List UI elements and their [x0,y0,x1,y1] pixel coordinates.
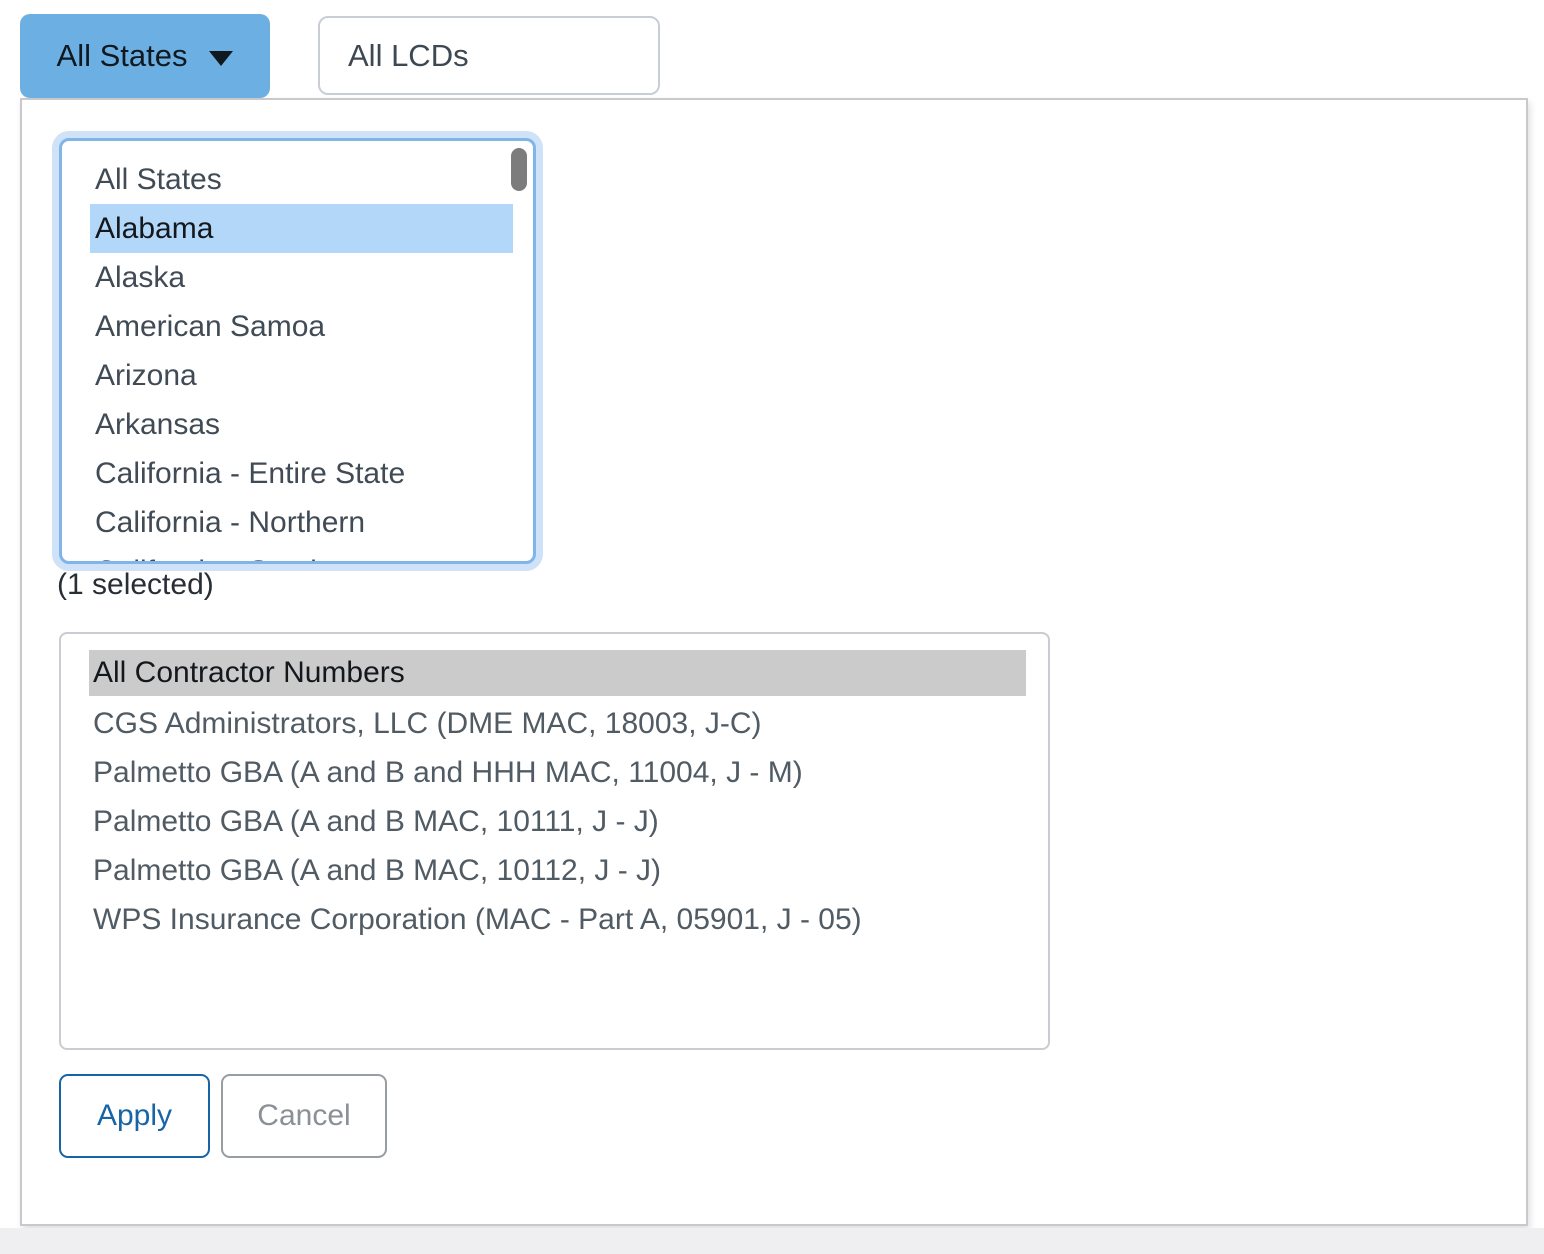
state-option[interactable]: Arizona [90,351,513,400]
lcd-filter-screen: All States All LCDs All States Alabama A… [0,0,1544,1254]
state-option[interactable]: California - Northern [90,498,513,547]
lcds-filter-button[interactable]: All LCDs [318,16,660,95]
contractor-option[interactable]: Palmetto GBA (A and B and HHH MAC, 11004… [89,748,1026,797]
lcds-filter-label: All LCDs [348,38,469,74]
state-option-selected[interactable]: Alabama [90,204,513,253]
states-filter-button-label: All States [57,38,188,74]
states-dropdown-panel: All States Alabama Alaska American Samoa… [20,98,1528,1226]
state-option-clipped[interactable]: California - Southern [90,547,513,564]
state-option[interactable]: California - Entire State [90,449,513,498]
contractor-option[interactable]: Palmetto GBA (A and B MAC, 10111, J - J) [89,797,1026,846]
states-listbox[interactable]: All States Alabama Alaska American Samoa… [59,138,536,564]
state-option[interactable]: Alaska [90,253,513,302]
states-filter-button[interactable]: All States [20,14,270,98]
contractors-listbox[interactable]: All Contractor Numbers CGS Administrator… [59,632,1050,1050]
caret-down-icon [209,51,233,66]
scrollbar-thumb[interactable] [511,148,527,191]
contractor-option[interactable]: CGS Administrators, LLC (DME MAC, 18003,… [89,699,1026,748]
contractor-option-selected[interactable]: All Contractor Numbers [89,650,1026,696]
page-background-strip [0,1228,1544,1254]
state-option[interactable]: American Samoa [90,302,513,351]
cancel-button[interactable]: Cancel [221,1074,387,1158]
apply-button[interactable]: Apply [59,1074,210,1158]
contractor-option[interactable]: Palmetto GBA (A and B MAC, 10112, J - J) [89,846,1026,895]
state-option[interactable]: Arkansas [90,400,513,449]
state-option[interactable]: All States [90,155,513,204]
contractor-option[interactable]: WPS Insurance Corporation (MAC - Part A,… [89,895,1026,944]
selection-count: (1 selected) [57,568,214,602]
